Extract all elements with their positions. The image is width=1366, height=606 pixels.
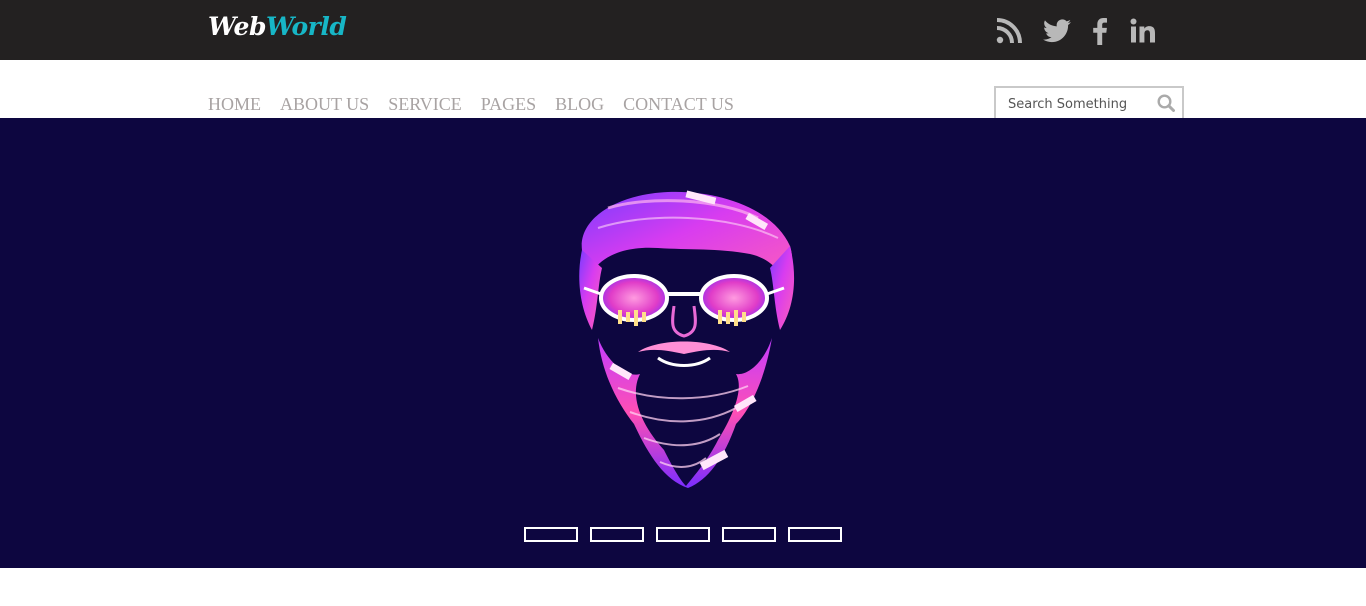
- twitter-icon[interactable]: [1042, 16, 1072, 46]
- search-icon[interactable]: [1157, 94, 1175, 117]
- slider-pagination: [524, 527, 854, 542]
- hero-slider: [0, 118, 1366, 568]
- slide-dot-5[interactable]: [788, 527, 842, 542]
- search-box: [994, 86, 1184, 120]
- nav-pages[interactable]: PAGES: [481, 92, 536, 116]
- nav-about-us[interactable]: ABOUT US: [280, 92, 369, 116]
- logo-world: World: [265, 12, 347, 41]
- nav-blog[interactable]: BLOG: [555, 92, 604, 116]
- rss-icon[interactable]: [995, 16, 1023, 46]
- nav-home[interactable]: HOME: [208, 92, 261, 116]
- slide-dot-2[interactable]: [590, 527, 644, 542]
- hero-portrait-image: [579, 190, 795, 488]
- logo[interactable]: WebWorld: [208, 11, 347, 43]
- nav-service[interactable]: SERVICE: [388, 92, 462, 116]
- facebook-icon[interactable]: [1090, 16, 1110, 46]
- logo-web: Web: [208, 12, 266, 41]
- search-input[interactable]: [1008, 95, 1153, 113]
- slide-dot-1[interactable]: [524, 527, 578, 542]
- nav-contact-us[interactable]: CONTACT US: [623, 92, 734, 116]
- slide-dot-4[interactable]: [722, 527, 776, 542]
- linkedin-icon[interactable]: [1128, 16, 1158, 46]
- top-bar: WebWorld: [0, 0, 1366, 60]
- main-nav: HOME ABOUT US SERVICE PAGES BLOG CONTACT…: [208, 92, 753, 116]
- slide-dot-3[interactable]: [656, 527, 710, 542]
